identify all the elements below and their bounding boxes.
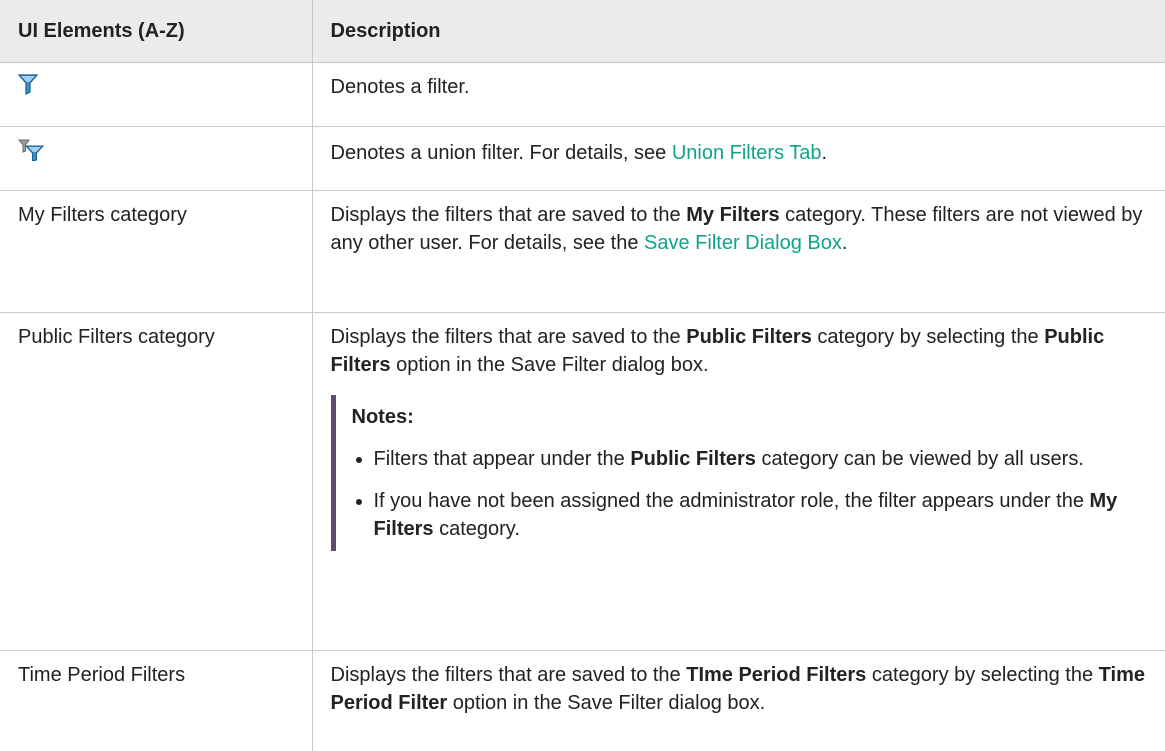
description-text: Displays the filters that are saved to t… (331, 326, 687, 348)
description-cell: Denotes a filter. (312, 63, 1165, 127)
description-text: Displays the filters that are saved to t… (331, 664, 687, 686)
description-cell: Displays the filters that are saved to t… (312, 651, 1165, 751)
notes-list: Filters that appear under the Public Fil… (352, 445, 1148, 543)
table-row: My Filters category Displays the filters… (0, 191, 1165, 313)
bullet-icon (356, 499, 362, 505)
description-text: category by selecting the (866, 664, 1098, 686)
element-cell (0, 63, 312, 127)
description-cell: Displays the filters that are saved to t… (312, 191, 1165, 313)
description-paragraph: Displays the filters that are saved to t… (331, 323, 1148, 379)
description-cell: Displays the filters that are saved to t… (312, 313, 1165, 651)
element-name: Time Period Filters (18, 664, 185, 686)
description-text-end: . (842, 232, 848, 254)
union-filters-tab-link[interactable]: Union Filters Tab (672, 142, 822, 164)
table-row: Public Filters category Displays the fil… (0, 313, 1165, 651)
note-text-end: category. (434, 518, 520, 540)
note-text-end: category can be viewed by all users. (756, 448, 1084, 470)
union-filter-icon (18, 139, 44, 169)
bullet-icon (356, 457, 362, 463)
bold-term: My Filters (686, 204, 779, 226)
element-cell: Public Filters category (0, 313, 312, 651)
bold-term: Public Filters (630, 448, 756, 470)
ui-elements-table: UI Elements (A-Z) Description Denotes a … (0, 0, 1165, 751)
table-row: Denotes a union filter. For details, see… (0, 127, 1165, 191)
element-cell: My Filters category (0, 191, 312, 313)
element-name: My Filters category (18, 204, 187, 226)
element-cell (0, 127, 312, 191)
header-ui-elements: UI Elements (A-Z) (0, 0, 312, 63)
description-text: category by selecting the (812, 326, 1044, 348)
element-cell: Time Period Filters (0, 651, 312, 751)
element-name: Public Filters category (18, 326, 215, 348)
bold-term: TIme Period Filters (686, 664, 866, 686)
notes-title: Notes: (352, 403, 1148, 431)
bold-term: Public Filters (686, 326, 812, 348)
description-text-end: option in the Save Filter dialog box. (447, 692, 765, 714)
note-text: If you have not been assigned the admini… (374, 490, 1090, 512)
description-cell: Denotes a union filter. For details, see… (312, 127, 1165, 191)
description-text: Displays the filters that are saved to t… (331, 204, 687, 226)
description-text: Denotes a union filter. For details, see (331, 142, 672, 164)
list-item: Filters that appear under the Public Fil… (352, 445, 1148, 473)
table-row: Time Period Filters Displays the filters… (0, 651, 1165, 751)
description-text-end: option in the Save Filter dialog box. (391, 354, 709, 376)
description-text-end: . (822, 142, 828, 164)
notes-box: Notes: Filters that appear under the Pub… (331, 395, 1148, 551)
filter-icon (18, 73, 38, 103)
save-filter-dialog-link[interactable]: Save Filter Dialog Box (644, 232, 842, 254)
table-header-row: UI Elements (A-Z) Description (0, 0, 1165, 63)
list-item: If you have not been assigned the admini… (352, 487, 1148, 543)
description-text: Denotes a filter. (331, 76, 470, 98)
note-text: Filters that appear under the (374, 448, 631, 470)
header-description: Description (312, 0, 1165, 63)
table-row: Denotes a filter. (0, 63, 1165, 127)
